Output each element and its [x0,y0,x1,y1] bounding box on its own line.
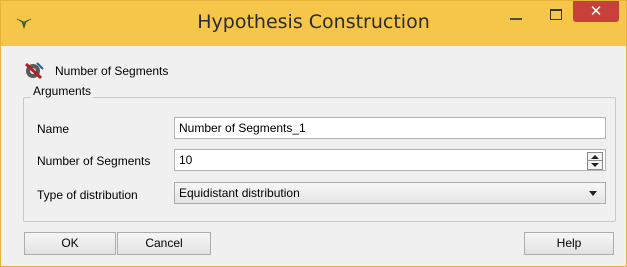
name-input[interactable]: Number of Segments_1 [174,117,606,139]
dialog-window: Hypothesis Construction ✕ Number of Segm… [0,0,627,267]
segments-value: 10 [179,153,193,167]
cancel-button[interactable]: Cancel [117,232,211,255]
distribution-label: Type of distribution [37,188,138,202]
minimize-icon[interactable] [501,1,531,31]
maximize-icon[interactable] [541,1,569,31]
ok-button[interactable]: OK [24,232,116,255]
window-title: Hypothesis Construction [197,11,430,33]
close-icon[interactable]: ✕ [573,1,619,22]
segments-spinbox[interactable]: 10 [174,149,606,171]
spin-arrows-icon[interactable] [587,152,603,170]
hypothesis-gear-icon [24,62,44,80]
distribution-select[interactable]: Equidistant distribution [174,182,606,204]
hypothesis-type-label: Number of Segments [55,64,169,78]
help-button[interactable]: Help [524,232,614,255]
arguments-title: Arguments [31,84,94,98]
chevron-down-icon[interactable] [589,191,597,196]
title-bar[interactable]: Hypothesis Construction ✕ [1,1,626,46]
distribution-value: Equidistant distribution [179,186,300,200]
segments-label: Number of Segments [37,154,151,168]
name-label: Name [37,122,70,136]
